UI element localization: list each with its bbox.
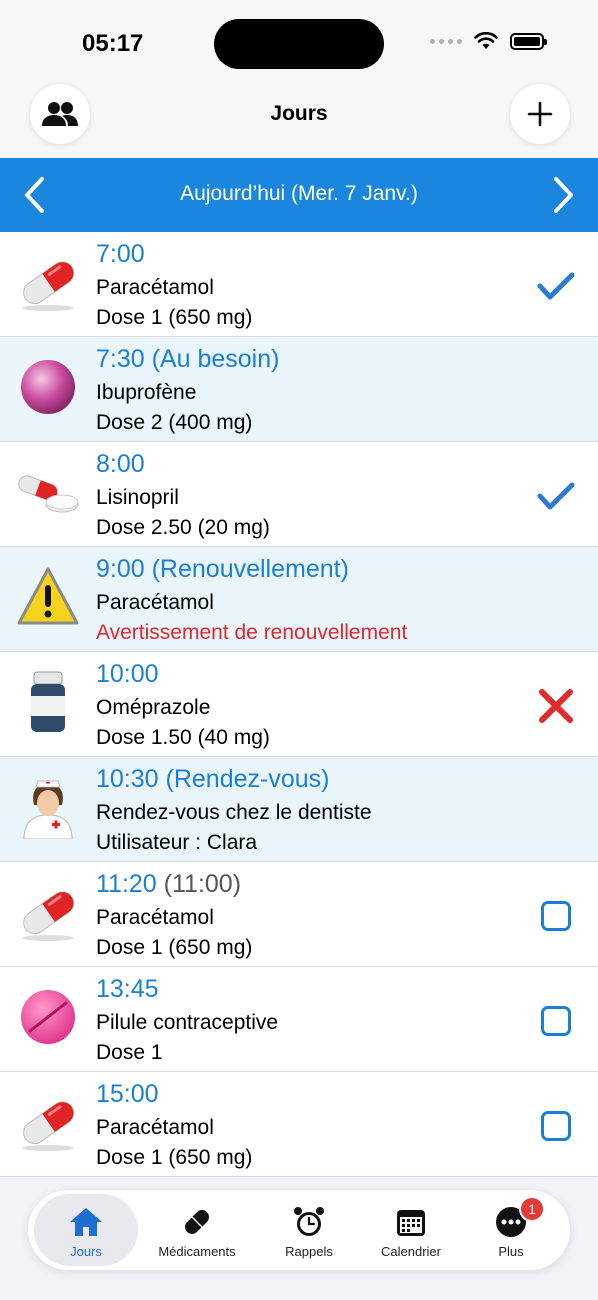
capsule-icon (22, 891, 74, 941)
home-icon (70, 1208, 102, 1236)
checkbox-icon (541, 1006, 571, 1036)
entry-name: Oméprazole (96, 696, 211, 719)
entry-detail: Dose 2 (400 mg) (96, 411, 253, 434)
pink-round-pill-icon (21, 360, 75, 414)
tab-medicaments[interactable]: Médicaments (145, 1194, 249, 1266)
entry-detail: Dose 1 (650 mg) (96, 1146, 253, 1169)
tab-calendrier[interactable]: Calendrier (359, 1194, 463, 1266)
tab-label: Rappels (285, 1244, 333, 1259)
schedule-row[interactable]: 9:00 (Renouvellement) Paracétamol Averti… (0, 547, 598, 652)
tab-jours[interactable]: Jours (34, 1194, 138, 1266)
tab-plus[interactable]: 1 Plus (459, 1194, 563, 1266)
entry-time: 7:00 (96, 240, 145, 268)
original-time: (11:00) (156, 870, 242, 898)
entry-time: 11:20 (11:00) (96, 870, 242, 898)
pill-bottle-icon (31, 671, 65, 732)
notification-badge: 1 (519, 1196, 545, 1222)
skipped-status-button[interactable] (536, 686, 576, 726)
checkmark-icon (537, 482, 575, 510)
pending-checkbox[interactable] (536, 1001, 576, 1041)
plus-icon (527, 101, 553, 127)
current-date-label[interactable]: Aujourd’hui (Mer. 7 Janv.) (0, 182, 598, 206)
dynamic-island (214, 19, 384, 69)
taken-status-button[interactable] (536, 476, 576, 516)
tab-label: Plus (498, 1244, 524, 1259)
wifi-icon (474, 32, 498, 49)
entry-detail: Dose 1.50 (40 mg) (96, 726, 270, 749)
signal-icon (430, 38, 462, 44)
entry-detail: Dose 2.50 (20 mg) (96, 516, 270, 539)
entry-name: Paracétamol (96, 1116, 214, 1139)
alarm-clock-icon (294, 1207, 324, 1236)
capsule-and-tablet-icon (18, 475, 79, 513)
checkbox-icon (541, 1111, 571, 1141)
pink-tablet-icon (21, 990, 75, 1044)
page-title: Jours (270, 102, 328, 125)
entry-time: 8:00 (96, 450, 145, 478)
entry-time: 13:45 (96, 975, 159, 1003)
entry-time: 15:00 (96, 1080, 159, 1108)
add-button[interactable] (510, 84, 570, 144)
cross-icon (539, 689, 573, 723)
status-bar: 05:17 (0, 0, 598, 88)
chevron-right-icon (554, 177, 573, 213)
entry-name: Lisinopril (96, 486, 179, 509)
schedule-row[interactable]: 15:00 Paracétamol Dose 1 (650 mg) (0, 1072, 598, 1177)
entry-name: Paracétamol (96, 276, 214, 299)
entry-detail: Dose 1 (650 mg) (96, 306, 253, 329)
entry-time: 10:00 (96, 660, 159, 688)
pending-checkbox[interactable] (536, 1106, 576, 1146)
tab-rappels[interactable]: Rappels (257, 1194, 361, 1266)
nurse-icon (23, 780, 73, 839)
status-time: 05:17 (82, 30, 144, 57)
checkbox-icon (541, 901, 571, 931)
battery-icon (510, 32, 547, 50)
tab-label: Calendrier (381, 1244, 441, 1259)
checkmark-icon (537, 272, 575, 300)
status-icons (430, 32, 547, 50)
schedule-row[interactable]: 10:00 Oméprazole Dose 1.50 (40 mg) (0, 652, 598, 757)
refill-warning-text: Avertissement de renouvellement (96, 621, 408, 644)
schedule-row[interactable]: 13:45 Pilule contraceptive Dose 1 (0, 967, 598, 1072)
schedule-row[interactable]: 11:20 (11:00) Paracétamol Dose 1 (650 mg… (0, 862, 598, 967)
tab-label: Jours (70, 1244, 102, 1259)
pill-icon (185, 1210, 209, 1234)
schedule-row[interactable]: 7:30 (Au besoin) Ibuprofène Dose 2 (400 … (0, 337, 598, 442)
taken-status-button[interactable] (536, 266, 576, 306)
date-navigation-bar: Aujourd’hui (Mer. 7 Janv.) (0, 158, 598, 232)
pending-checkbox[interactable] (536, 896, 576, 936)
day-schedule-list: 7:00 Paracétamol Dose 1 (650 mg) 7:30 (A… (0, 232, 598, 1182)
tab-label: Médicaments (158, 1244, 236, 1259)
calendar-icon (397, 1210, 425, 1236)
entry-name: Ibuprofène (96, 381, 197, 404)
entry-name: Paracétamol (96, 906, 214, 929)
entry-name: Paracétamol (96, 591, 214, 614)
next-day-button[interactable] (544, 174, 584, 216)
entry-time: 9:00 (Renouvellement) (96, 555, 349, 583)
schedule-row[interactable]: 8:00 Lisinopril Dose 2.50 (20 mg) (0, 442, 598, 547)
tab-bar: Jours Médicaments Rappels Calendrier 1 P… (28, 1190, 570, 1270)
capsule-icon (22, 261, 74, 311)
entry-time: 10:30 (Rendez-vous) (96, 765, 330, 793)
warning-icon (17, 567, 79, 625)
capsule-icon (22, 1101, 74, 1151)
entry-detail: Dose 1 (96, 1041, 163, 1064)
schedule-row[interactable]: 10:30 (Rendez-vous) Rendez-vous chez le … (0, 757, 598, 862)
schedule-row[interactable]: 7:00 Paracétamol Dose 1 (650 mg) (0, 232, 598, 337)
entry-detail: Utilisateur : Clara (96, 831, 258, 854)
entry-time: 7:30 (Au besoin) (96, 345, 280, 373)
entry-name: Pilule contraceptive (96, 1011, 279, 1034)
entry-detail: Dose 1 (650 mg) (96, 936, 253, 959)
entry-name: Rendez-vous chez le dentiste (96, 801, 372, 824)
